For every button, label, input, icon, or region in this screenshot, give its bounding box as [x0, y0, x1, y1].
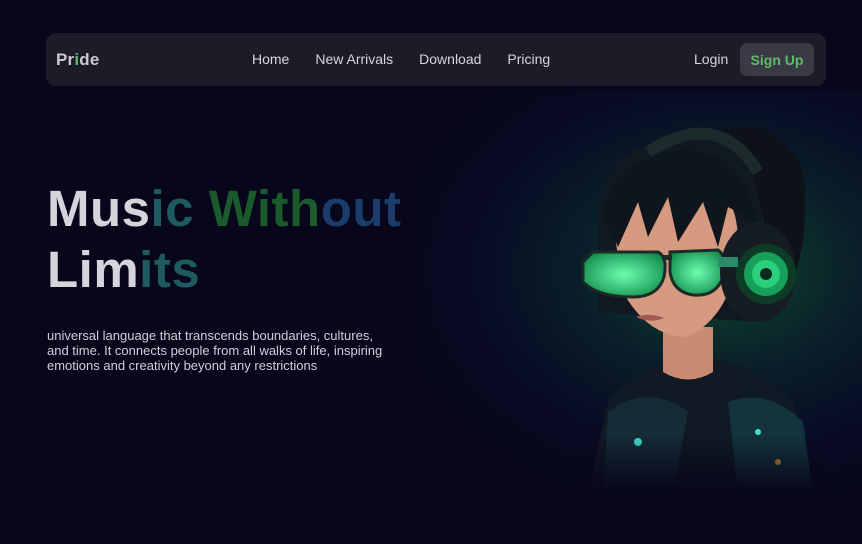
hero-portrait-image [578, 112, 818, 492]
title-part: ic [150, 180, 209, 237]
nav-links: Home New Arrivals Download Pricing [252, 51, 550, 67]
logo[interactable]: Pride [56, 50, 100, 70]
nav-link-pricing[interactable]: Pricing [507, 51, 550, 67]
hero-description: universal language that transcends bound… [47, 328, 383, 373]
signup-button[interactable]: Sign Up [740, 43, 814, 76]
title-part: Lim [47, 241, 140, 298]
title-part: out [320, 180, 402, 237]
nav-link-home[interactable]: Home [252, 51, 289, 67]
title-part: its [139, 241, 201, 298]
nav-link-download[interactable]: Download [419, 51, 481, 67]
title-part: Mus [47, 180, 151, 237]
hero-title: Music Without Limits [47, 178, 402, 300]
logo-prefix: Pr [56, 50, 75, 69]
navbar: Pride Home New Arrivals Download Pricing… [46, 33, 826, 86]
logo-suffix: de [79, 50, 100, 69]
title-part: With [208, 180, 321, 237]
login-link[interactable]: Login [694, 51, 728, 67]
nav-link-new-arrivals[interactable]: New Arrivals [315, 51, 393, 67]
